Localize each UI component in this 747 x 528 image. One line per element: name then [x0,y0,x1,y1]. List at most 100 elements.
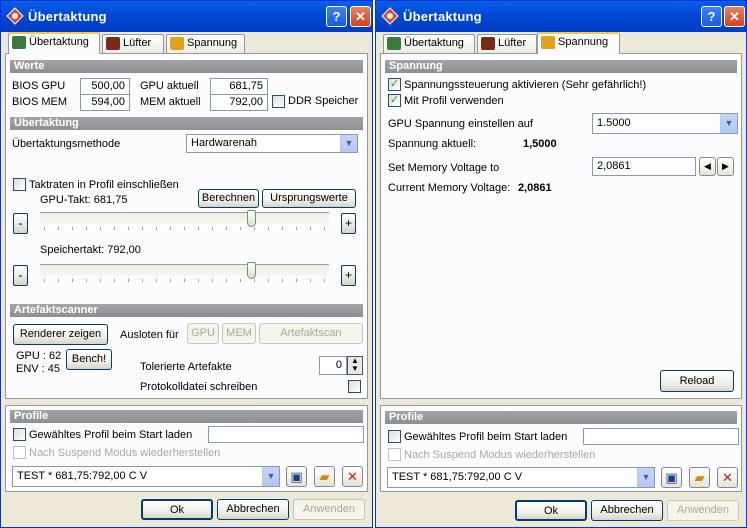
mem-scan-button[interactable]: MEM [222,323,256,344]
steuerung-label: Spannungssteuerung aktivieren (Sehr gefä… [404,79,647,91]
slider-tick [58,279,59,282]
slider-tick [170,227,171,230]
suspend-checkbox[interactable] [388,448,401,461]
abbrechen-button[interactable]: Abbrechen [217,499,289,520]
slider-tick [128,279,129,282]
open-profile-button[interactable]: ▰ [314,466,335,487]
mem-plus-button[interactable]: + [341,265,356,286]
app-icon [381,7,399,25]
start-profile-checkbox[interactable] [388,430,401,443]
start-profile-checkbox[interactable] [13,428,26,441]
tab-label: Übertaktung [404,37,464,49]
bench-button[interactable]: Bench! [66,349,112,370]
ursprungswerte-button[interactable]: Ursprungswerte [262,189,356,208]
tab-spannung[interactable]: Spannung [166,34,245,53]
mem-slider-thumb[interactable] [247,262,256,279]
profile-dropdown[interactable]: TEST * 681,75:792,00 C V ▼ [387,467,655,488]
voltage-down-button[interactable]: ◀ [699,157,716,176]
current-mem-voltage-label: Current Memory Voltage: [388,182,511,194]
fan-icon [481,37,495,50]
section-artefaktscanner: Artefaktscanner [10,304,363,317]
gpu-scan-button[interactable]: GPU [187,323,219,344]
tolerierte-input[interactable]: 0 [319,356,347,375]
protokoll-checkbox[interactable] [348,380,361,393]
slider-tick [212,227,213,230]
ok-button[interactable]: Ok [515,500,587,521]
start-profile-field [208,426,364,443]
abbrechen-button[interactable]: Abbrechen [591,500,663,521]
mem-clock-slider[interactable] [40,262,329,282]
chevron-down-icon[interactable]: ▼ [340,135,357,152]
gpu-spannung-dropdown[interactable]: 1.5000 ▼ [592,113,738,134]
window-title: Übertaktung [28,9,107,24]
tab-label: Lüfter [498,37,527,49]
help-button[interactable]: ? [701,6,722,27]
title-bar[interactable]: Übertaktung ? ✕ [1,1,372,32]
reload-button[interactable]: Reload [660,370,734,392]
bios-mem-label: BIOS MEM [12,96,68,108]
profile-selected: TEST * 681,75:792,00 C V [392,471,523,483]
anwenden-button[interactable]: Anwenden [293,499,365,520]
folder-icon: ▰ [694,470,705,485]
profile-panel: Profile Gewähltes Profil beim Start lade… [5,405,368,492]
close-button[interactable]: ✕ [724,6,745,27]
tab-uebertaktung[interactable]: Übertaktung [383,34,475,53]
gpu-minus-button[interactable]: - [13,213,28,234]
steuerung-checkbox[interactable]: ✓ [388,78,401,91]
tab-uebertaktung[interactable]: Übertaktung [8,32,100,54]
anwenden-button[interactable]: Anwenden [667,500,739,521]
tab-spannung[interactable]: Spannung [537,32,620,54]
tolerierte-spinner[interactable]: ▲ ▼ [347,356,363,375]
delete-profile-button[interactable]: ✕ [717,467,738,488]
tab-luefter[interactable]: Lüfter [477,34,537,53]
title-bar[interactable]: Übertaktung ? ✕ [376,1,746,32]
profile-dropdown[interactable]: TEST * 681,75:792,00 C V ▼ [12,466,280,487]
section-uebertaktung: Übertaktung [10,117,363,130]
open-profile-button[interactable]: ▰ [689,467,710,488]
start-profile-label: Gewähltes Profil beim Start laden [404,431,568,443]
tab-panel-spannung: Spannung ✓ Spannungssteuerung aktivieren… [380,53,742,399]
tab-luefter[interactable]: Lüfter [102,34,164,53]
ausloten-label: Ausloten für [120,329,179,341]
suspend-checkbox[interactable] [13,446,26,459]
save-icon: ▣ [290,469,303,484]
voltage-icon [541,36,555,49]
overclock-window-left: Übertaktung ? ✕ Übertaktung Lüfter Spann… [0,0,373,528]
slider-tick [310,279,311,282]
ddr-label: DDR Speicher [288,95,359,107]
gpu-slider-thumb[interactable] [247,210,256,227]
slider-tick [128,227,129,230]
gpu-plus-button[interactable]: + [341,213,356,234]
slider-tick [156,227,157,230]
chevron-down-icon[interactable]: ▼ [637,468,654,487]
chevron-down-icon[interactable]: ▼ [262,467,279,486]
tab-label: Spannung [558,36,609,48]
mem-minus-button[interactable]: - [13,265,28,286]
slider-tick [156,279,157,282]
save-icon: ▣ [665,470,678,485]
gpu-clock-slider[interactable] [40,210,329,230]
close-button[interactable]: ✕ [350,6,371,27]
artefaktscan-button[interactable]: Artefaktscan [259,323,363,344]
save-profile-button[interactable]: ▣ [661,467,682,488]
save-profile-button[interactable]: ▣ [286,466,307,487]
renderer-button[interactable]: Renderer zeigen [13,324,108,345]
spin-down-icon[interactable]: ▼ [351,364,359,373]
mit-profil-checkbox[interactable]: ✓ [388,94,401,107]
taktraten-checkbox[interactable] [13,178,26,191]
taktraten-label: Taktraten in Profil einschließen [29,179,179,191]
set-mem-voltage-input[interactable]: 2,0861 [592,157,696,176]
bios-gpu-label: BIOS GPU [12,80,66,92]
delete-profile-button[interactable]: ✕ [342,466,363,487]
suspend-label: Nach Suspend Modus wiederherstellen [404,449,596,461]
berechnen-button[interactable]: Berechnen [198,189,259,208]
chevron-down-icon[interactable]: ▼ [720,114,737,133]
ddr-checkbox[interactable] [272,95,285,108]
voltage-up-button[interactable]: ▶ [717,157,734,176]
help-button[interactable]: ? [326,6,347,27]
methode-dropdown[interactable]: Hardwarenah ▼ [186,134,358,153]
mem-aktuell-value: 792,00 [210,94,268,111]
mit-profil-label: Mit Profil verwenden [404,95,504,107]
ok-button[interactable]: Ok [141,499,213,520]
slider-tick [268,279,269,282]
